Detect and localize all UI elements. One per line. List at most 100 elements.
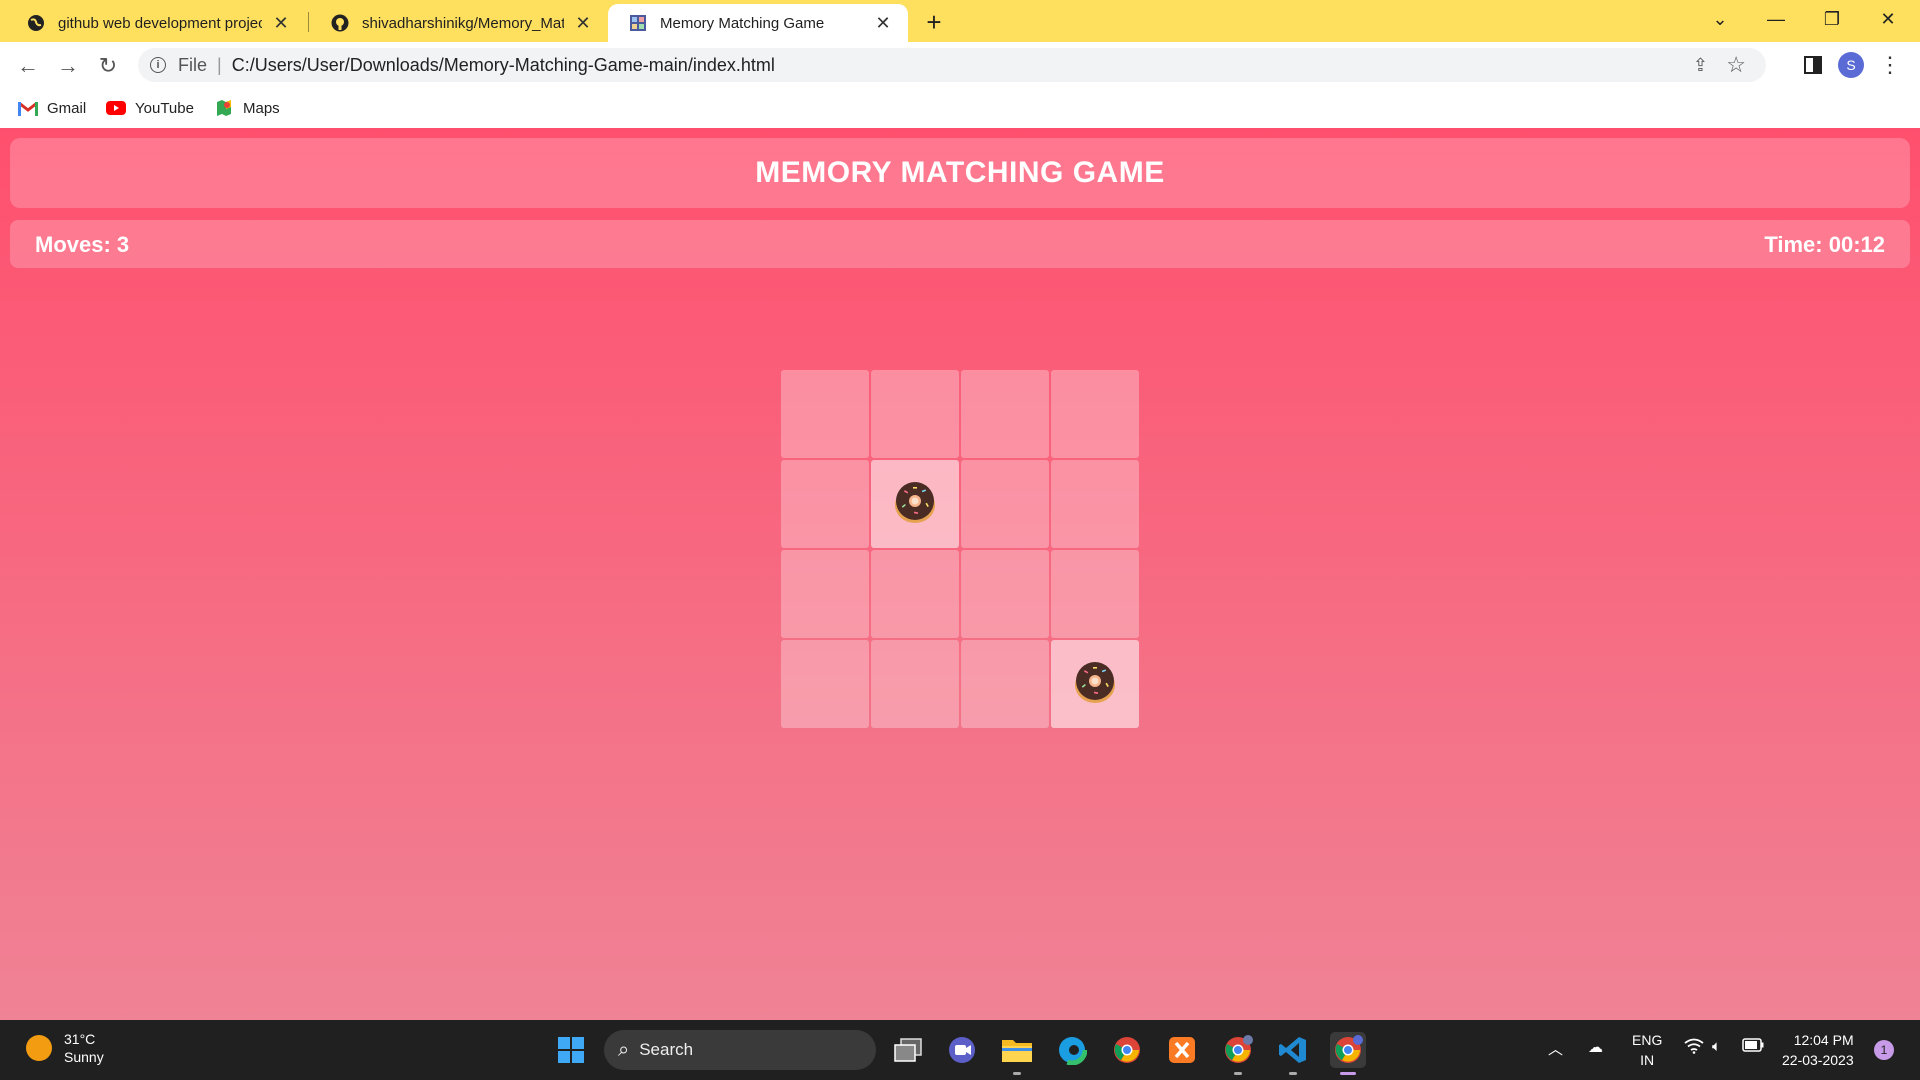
- url-text[interactable]: C:/Users/User/Downloads/Memory-Matching-…: [232, 55, 775, 76]
- tab-memory-game[interactable]: Memory Matching Game ✕: [608, 4, 908, 42]
- system-clock[interactable]: 12:04 PM 22-03-2023: [1782, 1030, 1854, 1070]
- running-indicator: [1234, 1072, 1242, 1075]
- search-icon: ⌕: [618, 1038, 630, 1061]
- info-icon[interactable]: i: [150, 57, 166, 73]
- memory-card[interactable]: [781, 640, 869, 728]
- memory-card[interactable]: [1051, 460, 1139, 548]
- battery-icon[interactable]: [1742, 1038, 1764, 1056]
- weather-widget[interactable]: 31°C Sunny: [26, 1030, 104, 1066]
- new-tab-button[interactable]: +: [918, 6, 950, 38]
- clock-time: 12:04 PM: [1793, 1032, 1854, 1048]
- memory-card[interactable]: [781, 460, 869, 548]
- bookmark-star-icon[interactable]: ☆: [1726, 52, 1746, 78]
- tab-github-repo[interactable]: shivadharshinikg/Memory_Match ✕: [310, 4, 608, 42]
- memory-card[interactable]: [1051, 550, 1139, 638]
- region-code: IN: [1640, 1052, 1655, 1068]
- clock-date: 22-03-2023: [1782, 1052, 1854, 1068]
- memory-card[interactable]: [961, 370, 1049, 458]
- volume-icon[interactable]: 🔈︎: [1712, 1038, 1721, 1055]
- forward-arrow-icon[interactable]: →: [52, 50, 84, 82]
- close-tab-icon[interactable]: ✕: [872, 12, 894, 34]
- xampp-icon[interactable]: [1164, 1032, 1200, 1068]
- maps-icon: [214, 100, 234, 116]
- bookmark-label: YouTube: [135, 99, 194, 117]
- search-label: Search: [639, 1040, 694, 1059]
- notification-badge[interactable]: 1: [1874, 1040, 1894, 1060]
- tab-title: github web development project: [58, 14, 262, 32]
- running-indicator: [1289, 1072, 1297, 1075]
- donut-icon: [1072, 659, 1118, 710]
- bookmarks-bar: Gmail YouTube Maps: [0, 88, 1920, 128]
- card-grid: [781, 370, 1139, 728]
- address-separator: |: [217, 54, 222, 75]
- game-page: MEMORY MATCHING GAME Moves: 3 Time: 00:1…: [0, 128, 1920, 1020]
- gmail-icon: [18, 100, 38, 116]
- reload-icon[interactable]: ↻: [92, 50, 124, 82]
- vscode-icon[interactable]: [1275, 1032, 1311, 1068]
- chrome-icon[interactable]: [1109, 1032, 1145, 1068]
- memory-card-flipped[interactable]: [871, 460, 959, 548]
- timer: Time: 00:12: [1764, 232, 1885, 257]
- browser-tab-strip: github web development project ✕ shivadh…: [0, 0, 1920, 42]
- memory-card[interactable]: [961, 460, 1049, 548]
- teams-chat-icon[interactable]: [944, 1032, 980, 1068]
- tab-github-search[interactable]: github web development project ✕: [6, 4, 306, 42]
- scheme-label: File: [178, 54, 208, 75]
- show-hidden-icons-chevron-icon[interactable]: ︿: [1548, 1038, 1563, 1059]
- youtube-icon: [106, 100, 126, 116]
- tab-divider: [308, 12, 309, 32]
- menu-kebab-icon[interactable]: ⋮: [1879, 50, 1901, 80]
- globe-icon: [26, 13, 46, 33]
- share-icon[interactable]: ⇪: [1693, 55, 1708, 76]
- memory-card-flipped[interactable]: [1051, 640, 1139, 728]
- memory-card[interactable]: [871, 550, 959, 638]
- memory-card[interactable]: [961, 640, 1049, 728]
- bookmark-youtube[interactable]: YouTube: [106, 96, 194, 120]
- close-tab-icon[interactable]: ✕: [270, 12, 292, 34]
- active-indicator: [1340, 1072, 1356, 1075]
- windows-taskbar: 31°C Sunny ⌕ Search ︿ ☁ ENG IN 🔈︎ 12:04 …: [0, 1020, 1920, 1080]
- bookmark-maps[interactable]: Maps: [214, 96, 280, 120]
- language-indicator[interactable]: ENG IN: [1632, 1030, 1662, 1070]
- edge-browser-icon[interactable]: [1054, 1032, 1090, 1068]
- memory-card[interactable]: [781, 550, 869, 638]
- weather-temp: 31°C: [64, 1031, 96, 1047]
- page-title: MEMORY MATCHING GAME: [10, 138, 1910, 208]
- bookmark-gmail[interactable]: Gmail: [18, 96, 86, 120]
- profile-avatar[interactable]: S: [1838, 52, 1864, 78]
- close-window-button[interactable]: ✕: [1860, 0, 1916, 38]
- tab-search-chevron-icon[interactable]: ⌄: [1692, 0, 1748, 38]
- memory-card[interactable]: [871, 370, 959, 458]
- memory-card[interactable]: [871, 640, 959, 728]
- bookmark-label: Maps: [243, 99, 280, 117]
- stats-bar: Moves: 3 Time: 00:12: [10, 220, 1910, 268]
- onedrive-cloud-icon[interactable]: ☁: [1588, 1038, 1603, 1056]
- weather-condition: Sunny: [64, 1049, 104, 1065]
- grid-app-icon: [628, 13, 648, 33]
- bookmark-label: Gmail: [47, 99, 87, 117]
- close-tab-icon[interactable]: ✕: [572, 12, 594, 34]
- moves-counter: Moves: 3: [35, 232, 130, 257]
- minimize-button[interactable]: —: [1748, 0, 1804, 38]
- memory-card[interactable]: [781, 370, 869, 458]
- restore-button[interactable]: ❐: [1804, 0, 1860, 38]
- running-indicator: [1013, 1072, 1021, 1075]
- file-explorer-icon[interactable]: [999, 1032, 1035, 1068]
- chrome-active-icon[interactable]: [1330, 1032, 1366, 1068]
- chrome-profile-icon[interactable]: [1220, 1032, 1256, 1068]
- side-panel-icon[interactable]: [1804, 56, 1822, 74]
- task-view-icon[interactable]: [890, 1032, 926, 1068]
- language-code: ENG: [1632, 1032, 1663, 1048]
- github-icon: [330, 13, 350, 33]
- taskbar-search[interactable]: ⌕ Search: [604, 1030, 876, 1070]
- memory-card[interactable]: [961, 550, 1049, 638]
- toolbar: ← → ↻ i File | C:/Users/User/Downloads/M…: [0, 42, 1920, 88]
- back-arrow-icon[interactable]: ←: [12, 50, 44, 82]
- memory-card[interactable]: [1051, 370, 1139, 458]
- address-bar[interactable]: i File | C:/Users/User/Downloads/Memory-…: [138, 48, 1766, 82]
- donut-icon: [892, 479, 938, 530]
- tab-title: Memory Matching Game: [660, 14, 825, 32]
- wifi-icon[interactable]: [1684, 1038, 1704, 1058]
- windows-start-icon[interactable]: [553, 1032, 589, 1068]
- tab-title: shivadharshinikg/Memory_Match: [362, 14, 564, 32]
